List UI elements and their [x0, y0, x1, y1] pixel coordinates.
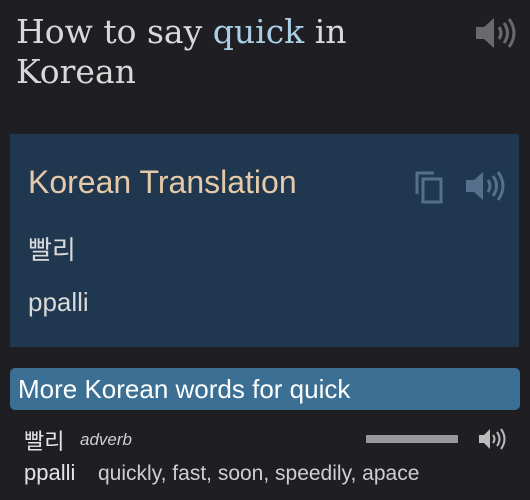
entry-meanings: quickly, fast, soon, speedily, apace — [98, 462, 420, 485]
title-word: quick — [212, 12, 305, 51]
speaker-icon[interactable] — [474, 16, 520, 50]
frequency-bar — [366, 435, 458, 443]
translation-native: 빨리 — [28, 236, 76, 266]
translation-card: Korean Translation 빨리 ppalli — [10, 134, 519, 347]
frequency-bar-fill — [366, 435, 458, 443]
title-prefix: How to say — [16, 12, 203, 51]
speaker-icon[interactable] — [464, 170, 510, 202]
speaker-icon[interactable] — [478, 428, 508, 450]
copy-icon[interactable] — [414, 170, 444, 204]
page: How to say quick in Korean Korean Transl… — [0, 0, 530, 500]
more-words-heading: More Korean words for quick — [18, 374, 351, 404]
card-title: Korean Translation — [28, 164, 297, 200]
entry-part-of-speech: adverb — [80, 430, 132, 449]
entry-romanization: ppalli — [24, 460, 76, 485]
page-title: How to say quick in Korean — [16, 12, 456, 92]
more-words-banner: More Korean words for quick — [10, 368, 520, 410]
title-mid: in — [314, 12, 347, 51]
title-language: Korean — [16, 52, 136, 91]
translation-romanization: ppalli — [28, 287, 89, 317]
entry-native: 빨리 — [24, 430, 65, 455]
